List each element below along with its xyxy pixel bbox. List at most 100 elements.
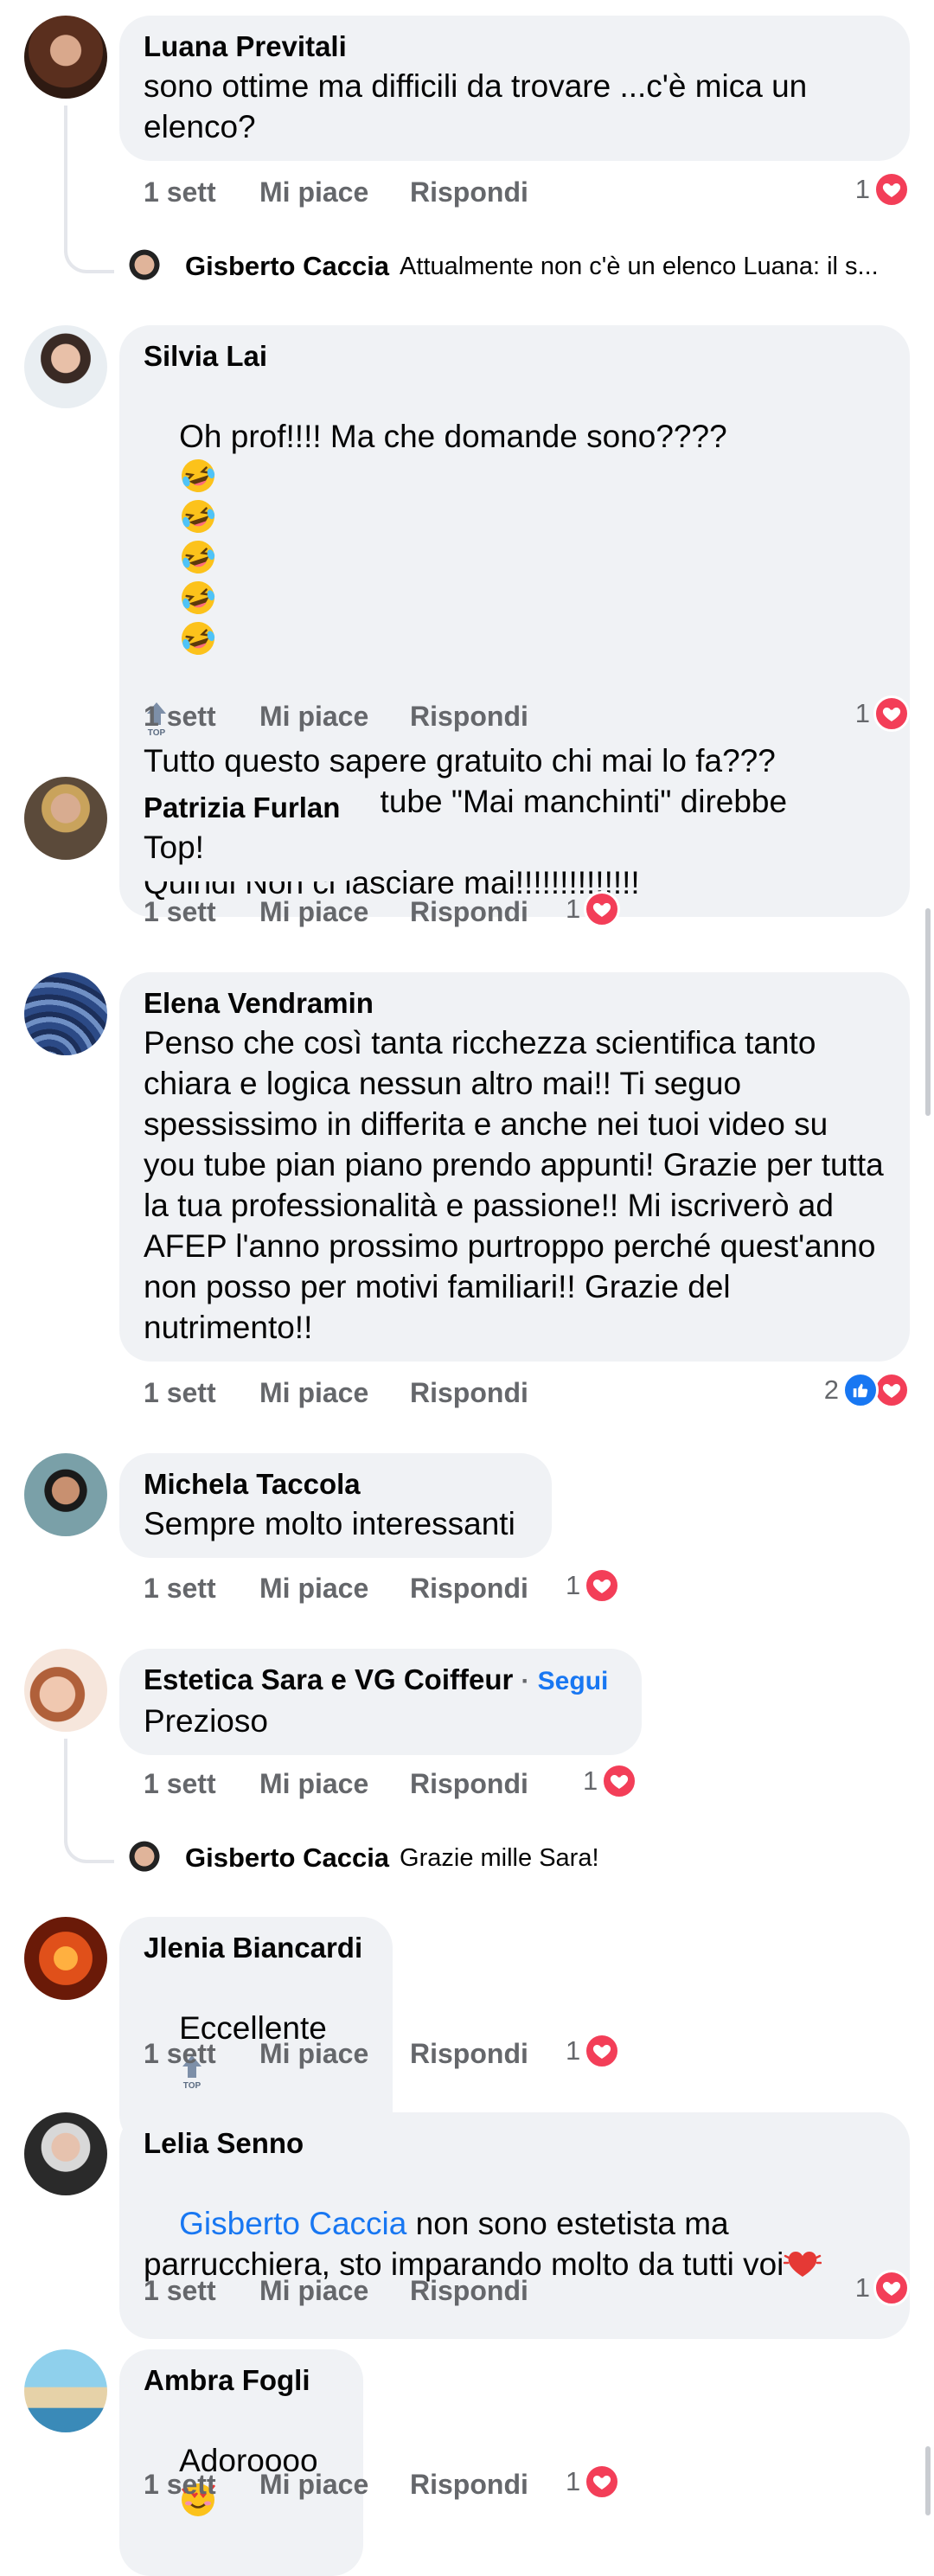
reply-preview[interactable]: Gisberto Caccia Grazie mille Sara! — [185, 1842, 913, 1874]
comment-text-line1: Oh prof!!!! Ma che domande sono???? — [144, 375, 886, 701]
reaction-count[interactable]: 1 — [855, 171, 910, 208]
avatar-lelia-senno[interactable] — [24, 2112, 107, 2195]
comment-bubble: Ambra Fogli Adoroooo — [119, 2349, 363, 2576]
love-reaction-icon — [601, 1763, 638, 1799]
timestamp[interactable]: 1 sett — [144, 2469, 216, 2501]
timestamp[interactable]: 1 sett — [144, 176, 216, 208]
follow-separator: · — [521, 1667, 530, 1695]
commenter-name[interactable]: Silvia Lai — [144, 337, 886, 375]
rolling-laughing-emoji-icon — [179, 457, 217, 495]
like-button[interactable]: Mi piace — [259, 1377, 368, 1409]
commenter-name[interactable]: Elena Vendramin — [144, 984, 886, 1022]
commenter-name[interactable]: Michela Taccola — [144, 1465, 528, 1503]
reaction-count[interactable]: 1 — [566, 2033, 621, 2069]
reply-button[interactable]: Rispondi — [410, 2038, 528, 2070]
avatar-patrizia-furlan[interactable] — [24, 777, 107, 860]
scrollbar-thumb[interactable] — [925, 908, 931, 1116]
love-reaction-icon — [873, 695, 910, 732]
timestamp[interactable]: 1 sett — [144, 896, 216, 928]
like-button[interactable]: Mi piace — [259, 1573, 368, 1605]
reply-preview[interactable]: Gisberto Caccia Attualmente non c'è un e… — [185, 251, 913, 282]
avatar-gisberto-caccia[interactable] — [119, 242, 170, 292]
commenter-name[interactable]: Ambra Fogli — [144, 2361, 339, 2400]
reply-author-name[interactable]: Gisberto Caccia — [185, 1842, 389, 1874]
reply-button[interactable]: Rispondi — [410, 1573, 528, 1605]
rolling-laughing-emoji-icon — [179, 619, 217, 657]
commenter-name[interactable]: Estetica Sara e VG Coiffeur — [144, 1663, 513, 1695]
beating-heart-emoji-icon — [784, 2244, 822, 2282]
reply-button[interactable]: Rispondi — [410, 1377, 528, 1409]
avatar-luana-previtali[interactable] — [24, 16, 107, 99]
timestamp[interactable]: 1 sett — [144, 2275, 216, 2307]
avatar-ambra-fogli[interactable] — [24, 2349, 107, 2432]
reply-author-name[interactable]: Gisberto Caccia — [185, 251, 389, 282]
like-button[interactable]: Mi piace — [259, 2275, 368, 2307]
reaction-count[interactable]: 1 — [566, 891, 621, 927]
timestamp[interactable]: 1 sett — [144, 1768, 216, 1800]
timestamp[interactable]: 1 sett — [144, 1573, 216, 1605]
reply-button[interactable]: Rispondi — [410, 1768, 528, 1800]
reaction-count[interactable]: 1 — [855, 2270, 910, 2306]
love-reaction-icon — [584, 1567, 621, 1604]
reaction-number: 1 — [566, 2466, 581, 2496]
timestamp[interactable]: 1 sett — [144, 1377, 216, 1409]
comment-text: sono ottime ma difficili da trovare ...c… — [144, 68, 816, 144]
reply-button[interactable]: Rispondi — [410, 176, 528, 208]
commenter-name[interactable]: Jlenia Biancardi — [144, 1929, 368, 1967]
timestamp[interactable]: 1 sett — [144, 2038, 216, 2070]
reaction-count[interactable]: 1 — [566, 2464, 621, 2500]
reaction-count[interactable]: 2 — [824, 1372, 910, 1408]
reply-button[interactable]: Rispondi — [410, 2275, 528, 2307]
comment-bubble: Elena Vendramin Penso che così tanta ric… — [119, 972, 910, 1362]
like-button[interactable]: Mi piace — [259, 896, 368, 928]
reaction-number: 1 — [566, 1570, 581, 1600]
comment-bubble: Patrizia Furlan Top! — [119, 777, 372, 881]
avatar-silvia-lai[interactable] — [24, 325, 107, 408]
commenter-name[interactable]: Patrizia Furlan — [144, 789, 348, 827]
mention-link[interactable]: Gisberto Caccia — [179, 2206, 406, 2241]
reaction-number: 2 — [823, 1375, 839, 1405]
comment-bubble: Luana Previtali sono ottime ma difficili… — [119, 16, 910, 161]
like-button[interactable]: Mi piace — [259, 2038, 368, 2070]
like-reaction-icon — [842, 1372, 879, 1408]
reply-button[interactable]: Rispondi — [410, 701, 528, 733]
reaction-count[interactable]: 1 — [583, 1763, 638, 1799]
avatar-gisberto-caccia[interactable] — [119, 1834, 170, 1884]
rolling-laughing-emoji-icon — [179, 538, 217, 576]
reply-thread-connector — [64, 1739, 114, 1863]
comment-bubble: Estetica Sara e VG Coiffeur · Segui Prez… — [119, 1649, 642, 1755]
reaction-count[interactable]: 1 — [566, 1567, 621, 1604]
reaction-number: 1 — [854, 698, 870, 728]
follow-button[interactable]: Segui — [538, 1667, 609, 1695]
like-button[interactable]: Mi piace — [259, 701, 368, 733]
reaction-number: 1 — [566, 2035, 581, 2066]
like-button[interactable]: Mi piace — [259, 176, 368, 208]
rolling-laughing-emoji-icon — [179, 579, 217, 617]
love-reaction-icon — [584, 891, 621, 927]
reply-text: Attualmente non c'è un elenco Luana: il … — [400, 252, 879, 280]
commenter-header: Estetica Sara e VG Coiffeur · Segui — [144, 1661, 617, 1701]
love-reaction-icon — [584, 2033, 621, 2069]
comment-text: Top! — [144, 830, 204, 865]
reply-text: Grazie mille Sara! — [400, 1843, 599, 1872]
like-button[interactable]: Mi piace — [259, 1768, 368, 1800]
avatar-estetica-sara[interactable] — [24, 1649, 107, 1732]
commenter-name[interactable]: Luana Previtali — [144, 28, 886, 66]
reply-button[interactable]: Rispondi — [410, 2469, 528, 2501]
avatar-elena-vendramin[interactable] — [24, 972, 107, 1055]
comment-bubble: Michela Taccola Sempre molto interessant… — [119, 1453, 552, 1558]
reaction-number: 1 — [566, 894, 581, 924]
avatar-michela-taccola[interactable] — [24, 1453, 107, 1536]
reply-button[interactable]: Rispondi — [410, 896, 528, 928]
love-reaction-icon — [873, 2270, 910, 2306]
reaction-count[interactable]: 1 — [855, 695, 910, 732]
like-button[interactable]: Mi piace — [259, 2469, 368, 2501]
reaction-number: 1 — [583, 1765, 598, 1796]
love-reaction-icon — [873, 171, 910, 208]
avatar-jlenia-biancardi[interactable] — [24, 1917, 107, 2000]
scrollbar-thumb-bottom[interactable] — [925, 2446, 931, 2515]
timestamp[interactable]: 1 sett — [144, 701, 216, 733]
commenter-name[interactable]: Lelia Senno — [144, 2124, 886, 2163]
love-reaction-icon — [584, 2464, 621, 2500]
comment-text: Sempre molto interessanti — [144, 1506, 515, 1541]
